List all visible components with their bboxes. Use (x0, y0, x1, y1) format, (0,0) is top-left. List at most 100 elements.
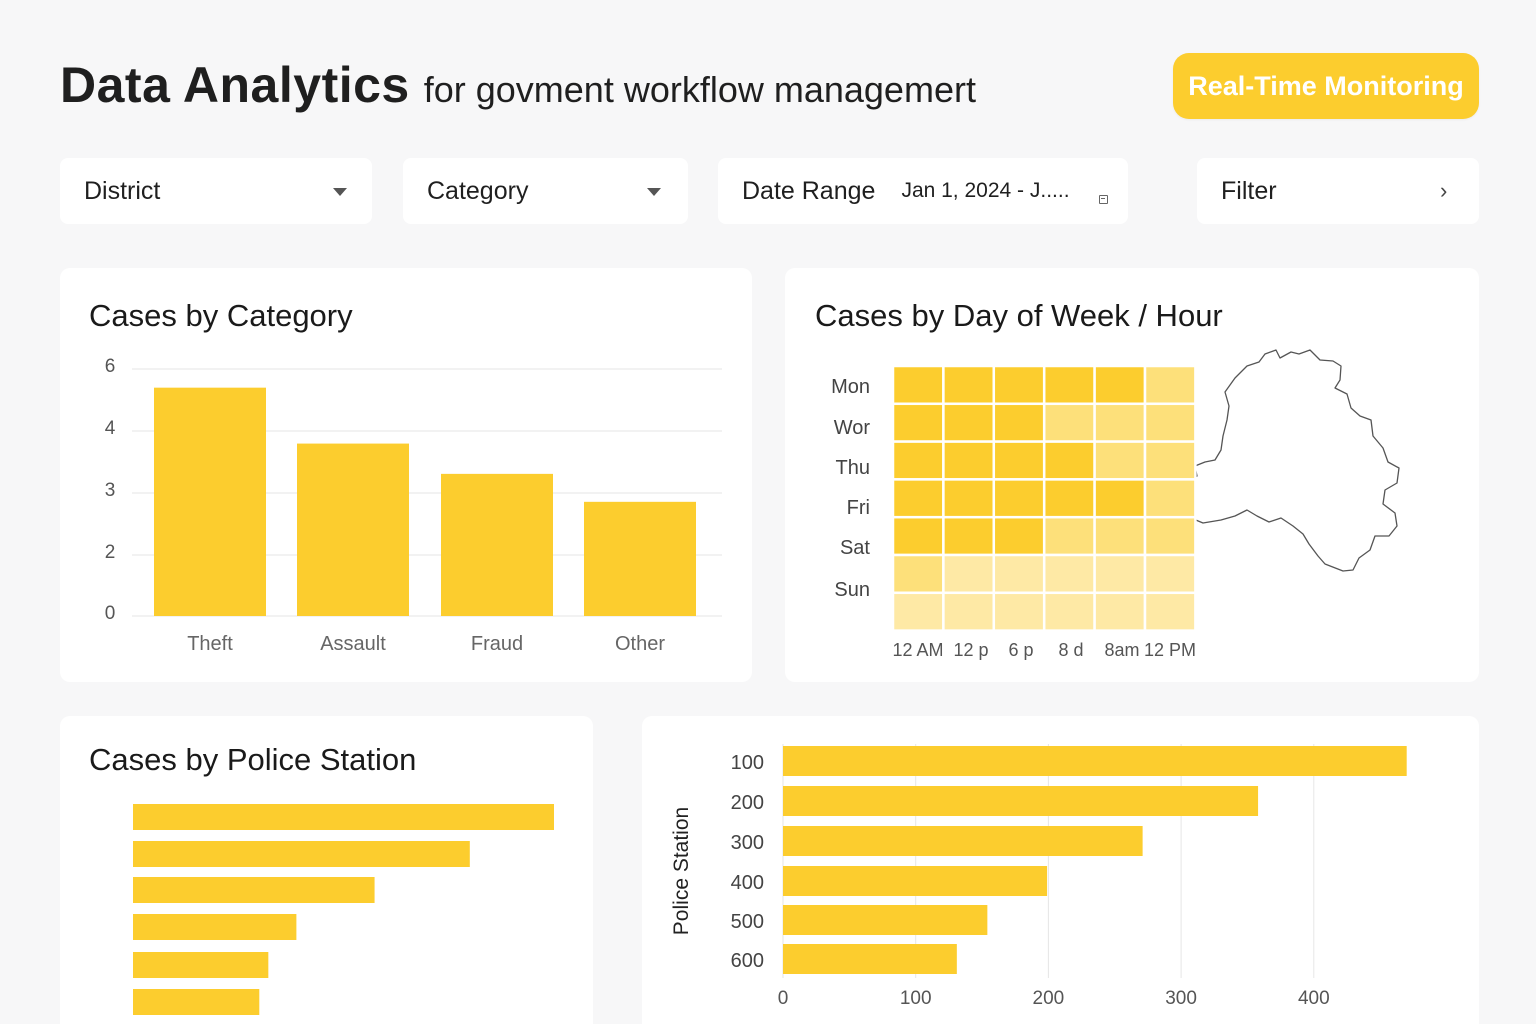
bar (133, 877, 375, 903)
day-hour-heatmap: Mon Wor Thu Fri Sat Sun 12 AM 12 p 6 p 8 d 8am 12 P… (831, 349, 1400, 660)
bar (133, 952, 269, 978)
date-range-picker[interactable]: Date Range Jan 1, 2024 - J..... (718, 158, 1128, 224)
x-tick-label: 400 (1298, 988, 1330, 1009)
district-map-icon (1176, 349, 1400, 572)
heatmap-cell (992, 440, 1046, 481)
heatmap-cell (1143, 553, 1197, 595)
heatmap-cell (891, 553, 945, 595)
x-tick-label: 300 (1165, 988, 1197, 1009)
y-tick-label: 300 (731, 832, 764, 854)
heatmap-cell (1042, 402, 1096, 443)
heatmap-cell (891, 440, 945, 481)
heatmap-cell (992, 478, 1046, 519)
calendar-icon[interactable] (1099, 195, 1108, 204)
y-tick-label: 200 (731, 792, 764, 814)
bar (133, 841, 470, 867)
column-label: 8 d (1058, 640, 1083, 660)
district-label: District (84, 176, 161, 205)
row-label: Sat (840, 537, 870, 559)
heatmap-cell (1093, 364, 1147, 406)
heatmap-cell (1143, 515, 1197, 557)
row-label: Sun (834, 579, 870, 601)
heatmap-cell (891, 591, 945, 632)
heatmap-cell (1143, 478, 1197, 519)
x-tick-label: Assault (320, 633, 386, 655)
heatmap-cell (1042, 364, 1096, 406)
bar (133, 989, 260, 1015)
heatmap-cell (1093, 402, 1147, 443)
police-station-bar-chart-small (133, 804, 554, 1015)
filter-button[interactable]: Filter › (1197, 158, 1479, 224)
bar (133, 804, 554, 830)
heatmap-cell (992, 515, 1046, 557)
bar (783, 786, 1259, 816)
heatmap-cell (1143, 364, 1197, 406)
x-tick-label: 100 (900, 988, 932, 1009)
y-tick-label: 100 (731, 752, 764, 774)
bar (133, 914, 297, 940)
date-range-label: Date Range (742, 176, 876, 205)
category-dropdown[interactable]: Category (403, 158, 688, 224)
column-label: 12 p (953, 640, 988, 660)
heatmap-cell (992, 553, 1046, 595)
police-station-chart-card: 0 100 200 300 400 100 200 300 400 500 600 Police St… (642, 716, 1479, 1024)
bar (584, 501, 696, 616)
cases-by-day-hour-card: Cases by Day of Week / Hour Mon Wor Thu Fri… (785, 268, 1479, 682)
bar (783, 944, 957, 974)
heatmap-cell (992, 402, 1046, 443)
heatmap-cell (1093, 591, 1147, 632)
heatmap-cell (1093, 478, 1147, 519)
y-tick-label: 3 (105, 480, 116, 501)
bar (154, 387, 266, 616)
heatmap-cell (1143, 591, 1197, 632)
filter-label: Filter (1221, 176, 1277, 205)
y-tick-label: 0 (105, 603, 116, 624)
bar (783, 746, 1407, 776)
x-tick-label: 200 (1033, 988, 1065, 1009)
chevron-right-icon: › (1440, 178, 1448, 203)
heatmap-cell (942, 591, 996, 632)
heatmap-cell (942, 478, 996, 519)
y-tick-label: 500 (731, 911, 764, 933)
heatmap-cell (1093, 515, 1147, 557)
category-label: Category (427, 176, 529, 205)
heatmap-cell (1143, 402, 1197, 443)
heatmap-cell (1093, 440, 1147, 481)
heatmap-cell (942, 440, 996, 481)
bar (783, 905, 988, 935)
column-label: 12 AM (892, 640, 943, 660)
heatmap-cell (942, 515, 996, 557)
y-tick-label: 6 (105, 356, 116, 377)
heatmap-cell (891, 478, 945, 519)
heatmap-cell (1042, 553, 1096, 595)
heatmap-cell (1143, 440, 1197, 481)
page-subtitle: for govment workflow managemert (423, 69, 976, 110)
real-time-monitoring-button[interactable]: Real-Time Monitoring (1173, 53, 1479, 119)
heatmap-cell (992, 591, 1046, 632)
date-range-value: Jan 1, 2024 - J..... (901, 179, 1070, 202)
district-dropdown[interactable]: District (60, 158, 372, 224)
heatmap-cell (942, 364, 996, 406)
police-station-bar-chart: 0 100 200 300 400 100 200 300 400 500 600 Police St… (670, 744, 1407, 1009)
category-bar-chart: 6 4 3 2 0 Theft Assault Fraud Other (105, 356, 722, 655)
y-tick-label: 400 (731, 872, 764, 894)
dashboard: Data Analytics for govment workflow mana… (0, 0, 1536, 1024)
chevron-down-icon (333, 188, 347, 196)
column-label: 8am (1104, 640, 1139, 660)
y-tick-label: 4 (105, 418, 116, 439)
x-tick-label: Other (615, 633, 665, 655)
heatmap-cell (942, 402, 996, 443)
cases-by-police-station-card: Cases by Police Station (60, 716, 593, 1024)
column-label: 6 p (1008, 640, 1033, 660)
heatmap-cell (891, 364, 945, 406)
heatmap-cell (992, 364, 1046, 406)
y-tick-label: 2 (105, 542, 116, 563)
bar (783, 826, 1143, 856)
heatmap-cell (1042, 515, 1096, 557)
heatmap-cell (1042, 591, 1096, 632)
heatmap-cell (1042, 440, 1096, 481)
heatmap-cell (1042, 478, 1096, 519)
x-tick-label: Theft (187, 633, 233, 655)
y-tick-label: 600 (731, 950, 764, 972)
row-label: Fri (847, 497, 870, 519)
